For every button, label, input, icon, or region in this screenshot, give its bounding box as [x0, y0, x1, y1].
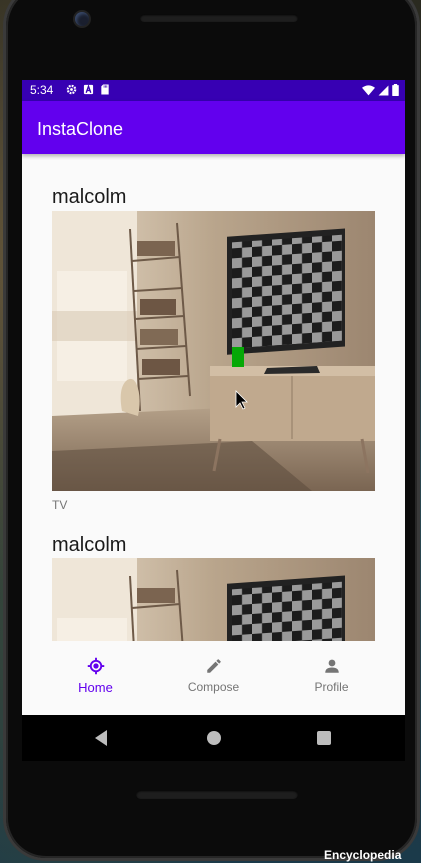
app-title: InstaClone: [37, 119, 124, 139]
post-image[interactable]: [52, 211, 375, 491]
nav-home[interactable]: Home: [32, 641, 159, 715]
signal-icon: [378, 85, 389, 95]
nav-compose-label: Compose: [187, 680, 240, 694]
post-feed[interactable]: malcolm TV malcolm: [22, 154, 405, 641]
nav-profile-label: Profile: [314, 680, 349, 694]
post-card[interactable]: malcolm: [52, 534, 375, 641]
app-screen: 5:34 InstaClone malcolm TV malcolm Home …: [22, 80, 405, 715]
pencil-icon: [206, 659, 221, 673]
recents-square-icon[interactable]: [317, 731, 331, 745]
post-image[interactable]: [52, 558, 375, 641]
living-room-tv-illustration: [52, 558, 375, 641]
post-caption: TV: [52, 498, 68, 512]
bottom-navigation: Home Compose Profile: [22, 641, 405, 715]
person-icon: [324, 659, 339, 673]
nav-compose[interactable]: Compose: [150, 641, 277, 715]
wifi-icon: [362, 84, 375, 95]
app-bar: InstaClone: [22, 101, 405, 154]
nav-profile[interactable]: Profile: [268, 641, 395, 715]
front-camera: [75, 12, 89, 26]
post-card[interactable]: malcolm: [52, 186, 375, 512]
status-bar: 5:34: [22, 80, 405, 101]
post-username[interactable]: malcolm: [52, 186, 375, 209]
living-room-tv-illustration: [52, 211, 375, 491]
desktop-taskbar-label: Encyclopedia: [324, 848, 402, 862]
a-badge-icon: [83, 84, 94, 95]
back-triangle-icon[interactable]: [95, 730, 107, 746]
post-username[interactable]: malcolm: [52, 534, 375, 557]
top-speaker-grille: [140, 14, 298, 22]
sd-card-icon: [101, 84, 109, 95]
settings-icon: [66, 84, 77, 95]
status-time: 5:34: [30, 83, 54, 97]
home-target-icon: [87, 657, 104, 675]
system-navigation-bar: [22, 715, 405, 761]
nav-home-label: Home: [78, 680, 113, 695]
home-circle-icon[interactable]: [207, 731, 221, 745]
battery-icon: [392, 84, 399, 96]
bottom-speaker-grille: [136, 790, 298, 799]
